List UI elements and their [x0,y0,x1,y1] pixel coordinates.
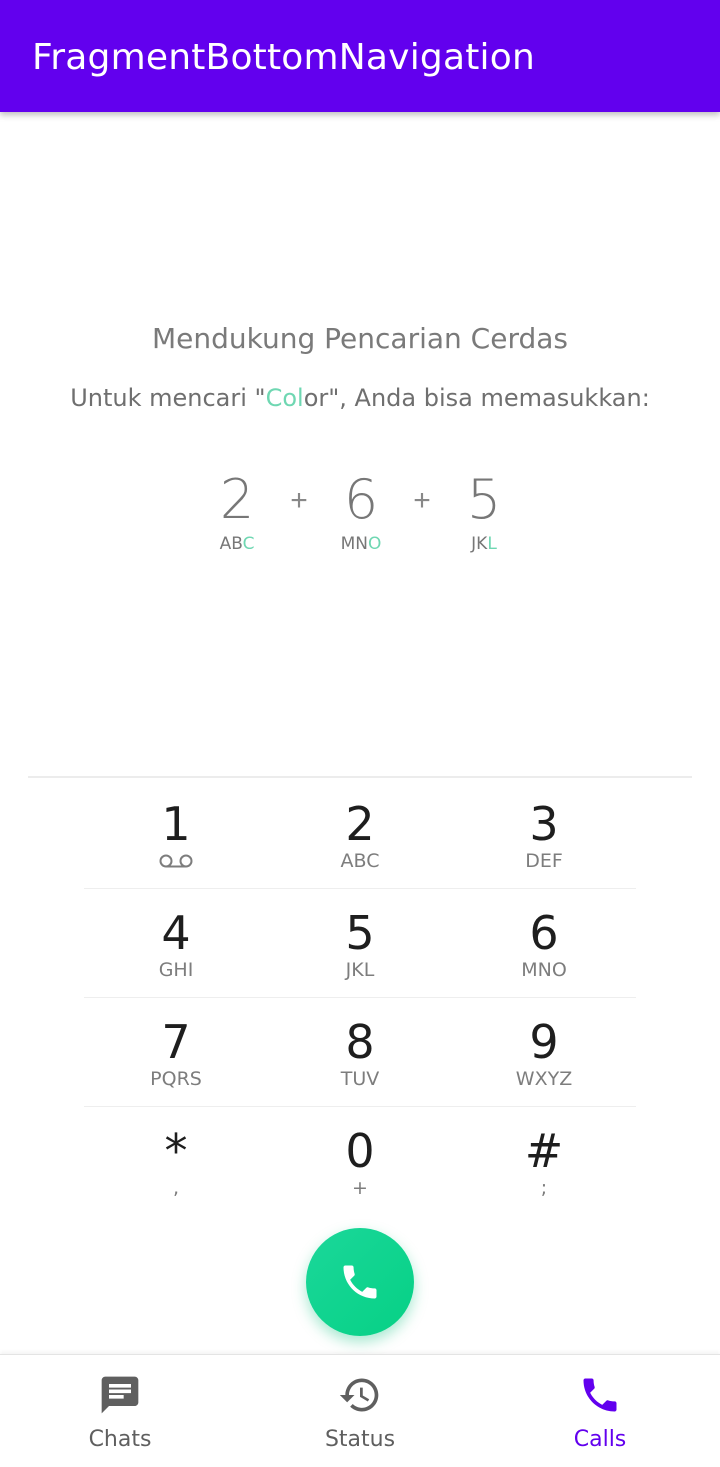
dial-key-8[interactable]: 8 TUV [268,998,452,1107]
nav-label-chats: Chats [88,1427,152,1452]
hint-subtitle-rest: or", Anda bisa memasukkan: [303,384,650,412]
example-letters-highlight: L [487,534,497,554]
key-letters: DEF [525,850,563,872]
hint-title: Mendukung Pencarian Cerdas [152,322,568,355]
dial-key-6[interactable]: 6 MNO [452,889,636,998]
key-digit: 6 [529,906,559,960]
example-letters: ABC [192,534,282,554]
dial-key-7[interactable]: 7 PQRS [84,998,268,1107]
example-plus: + [290,484,308,517]
bottom-navigation: Chats Status Calls [0,1354,720,1467]
key-letters: JKL [345,959,375,981]
example-letters-plain: AB [219,534,243,554]
example-letters-highlight: O [368,534,382,554]
hint-example: 2 ABC + 6 MNO + 5 JKL [0,468,720,568]
phone-icon [343,1265,377,1299]
example-letters-highlight: C [242,534,255,554]
example-key: 5 JKL [439,468,529,554]
example-letters: JKL [439,534,529,554]
dial-key-5[interactable]: 5 JKL [268,889,452,998]
nav-item-calls[interactable]: Calls [480,1355,720,1467]
example-digit: 5 [466,468,502,531]
key-letters: , [172,1177,180,1199]
dial-key-9[interactable]: 9 WXYZ [452,998,636,1107]
example-letters-plain: JK [471,534,488,554]
hint-subtitle-prefix: Untuk mencari " [70,384,266,412]
dialpad-row: 1 2 ABC 3 DEF [84,780,636,889]
key-digit: # [524,1124,564,1178]
key-digit: 7 [161,1015,191,1069]
example-digit: 6 [343,468,379,531]
hint-subtitle-highlight: Col [265,384,304,412]
dial-key-2[interactable]: 2 ABC [268,780,452,889]
dial-key-3[interactable]: 3 DEF [452,780,636,889]
key-letters: ABC [340,850,380,872]
nav-label-calls: Calls [573,1427,627,1452]
app-bar: FragmentBottomNavigation [0,0,720,112]
nav-item-chats[interactable]: Chats [0,1355,240,1467]
dial-key-4[interactable]: 4 GHI [84,889,268,998]
key-letters: PQRS [150,1068,202,1090]
key-letters: TUV [340,1068,380,1090]
nav-item-status[interactable]: Status [240,1355,480,1467]
key-digit: * [164,1124,188,1178]
dial-key-hash[interactable]: # ; [452,1107,636,1216]
example-letters: MNO [316,534,406,554]
dialpad-divider [28,776,692,778]
dial-key-star[interactable]: * , [84,1107,268,1216]
key-digit: 3 [529,797,559,851]
key-digit: 9 [529,1015,559,1069]
example-letters-plain: MN [340,534,368,554]
example-plus: + [413,484,431,517]
voicemail-icon [159,854,193,868]
key-letters: WXYZ [515,1068,573,1090]
chat-icon [101,1376,139,1414]
history-icon [339,1378,379,1412]
example-digit: 2 [219,468,255,531]
dial-key-1[interactable]: 1 [84,780,268,889]
dial-key-0[interactable]: 0 + [268,1107,452,1216]
key-digit: 5 [345,906,375,960]
example-key: 2 ABC [192,468,282,554]
call-button[interactable] [306,1228,414,1336]
dialpad-row: 4 GHI 5 JKL 6 MNO [84,889,636,998]
dialpad-row: 7 PQRS 8 TUV 9 WXYZ [84,998,636,1107]
key-digit: 0 [345,1124,375,1178]
key-digit: 2 [345,797,375,851]
key-letters: GHI [158,959,194,981]
hint-subtitle: Untuk mencari "Color", Anda bisa memasuk… [0,384,720,412]
key-digit: 1 [161,797,191,851]
nav-label-status: Status [324,1427,396,1452]
key-digit: 8 [345,1015,375,1069]
dialpad: 1 2 ABC 3 DEF 4 GHI 5 JKL 6 MNO 7 PQRS 8… [84,780,636,1216]
example-key: 6 MNO [316,468,406,554]
dialpad-row: * , 0 + # ; [84,1107,636,1216]
key-letters: MNO [521,959,567,981]
phone-icon [583,1378,617,1412]
key-letters: ; [540,1177,548,1199]
key-letters: + [352,1177,368,1199]
key-digit: 4 [161,906,191,960]
app-title: FragmentBottomNavigation [32,37,535,78]
